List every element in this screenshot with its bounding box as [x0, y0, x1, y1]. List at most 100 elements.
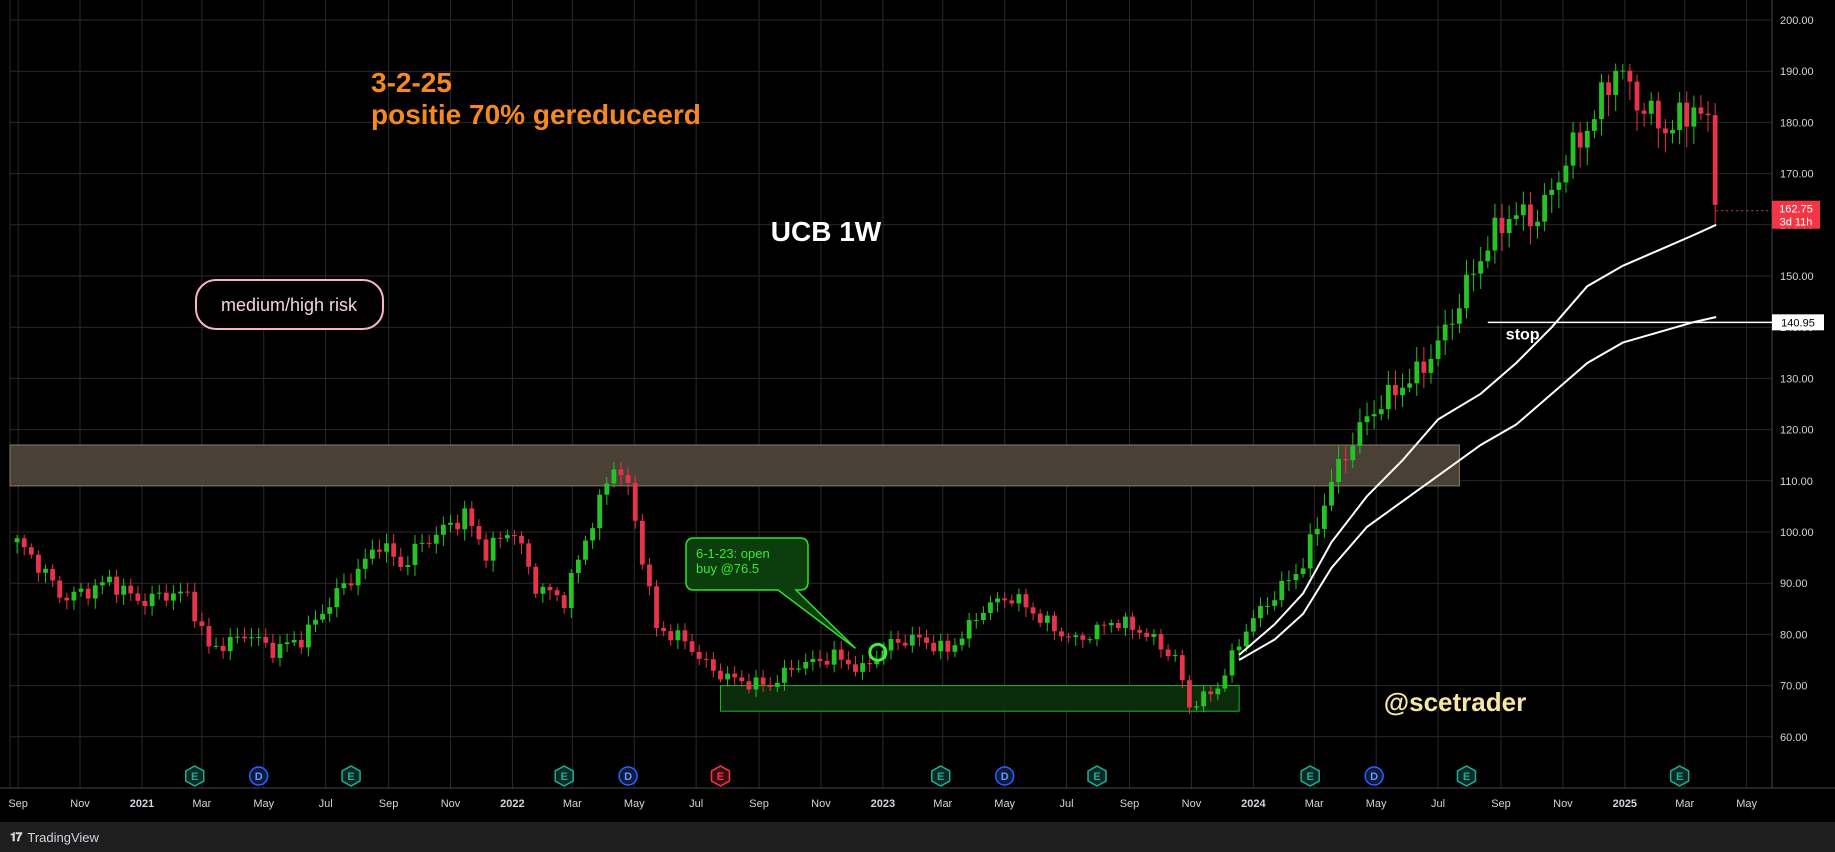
stop-label: stop — [1506, 326, 1540, 343]
x-tick-label: May — [253, 798, 274, 810]
y-tick-label: 200.00 — [1780, 15, 1814, 27]
candle-body — [149, 593, 155, 607]
candle-body — [497, 537, 503, 539]
candle-body — [1201, 691, 1207, 707]
candle-body — [639, 520, 645, 565]
candle-body — [327, 607, 333, 614]
candle-body — [1037, 613, 1043, 623]
candle-body — [14, 538, 20, 543]
candle-body — [1705, 113, 1711, 116]
candle-body — [291, 639, 297, 643]
tradingview-logo[interactable]: 𝟏𝟕 TradingView — [10, 830, 99, 845]
event-label: E — [561, 771, 568, 783]
candle-body — [1421, 361, 1427, 373]
x-tick-label: Sep — [1491, 798, 1511, 810]
candle-body — [746, 681, 752, 690]
candle-body — [767, 684, 773, 687]
candle-body — [1542, 194, 1548, 222]
price-chart[interactable]: 60.00 70.00 80.00 90.00 100.00 110.00 120.00 13… — [0, 0, 1835, 822]
candle-body — [1179, 655, 1185, 681]
candle-body — [682, 630, 688, 642]
candle-body — [1187, 680, 1192, 708]
candle-body — [1243, 631, 1249, 647]
x-tick-label: Nov — [811, 798, 831, 810]
candle-body — [306, 624, 311, 648]
candle-body — [909, 634, 915, 646]
candle-body — [1393, 384, 1398, 396]
y-tick-label: 100.00 — [1780, 527, 1814, 539]
event-label: E — [1307, 771, 1314, 783]
candle-body — [92, 585, 98, 599]
event-label: E — [347, 771, 354, 783]
candle-body — [270, 642, 276, 658]
candle-body — [85, 588, 91, 599]
candle-body — [1336, 459, 1342, 482]
candle-body — [362, 558, 368, 569]
candle-body — [440, 524, 446, 535]
candle-body — [21, 538, 27, 548]
candle-body — [57, 580, 63, 598]
candle-body — [597, 494, 603, 529]
candle-body — [611, 469, 617, 484]
candle-body — [817, 658, 823, 661]
candle-body — [483, 539, 489, 561]
candle-body — [689, 641, 695, 652]
candle-body — [476, 525, 482, 540]
candle-body — [64, 597, 70, 601]
candle-body — [803, 662, 809, 669]
event-label: E — [717, 771, 724, 783]
candle-body — [959, 638, 965, 646]
candle-body — [945, 640, 951, 652]
candle-body — [156, 592, 162, 594]
candle-body — [1208, 691, 1214, 695]
candle-body — [121, 585, 127, 595]
candle-body — [107, 576, 112, 583]
candle-body — [1428, 358, 1434, 373]
event-label: E — [937, 771, 944, 783]
candle-body — [1528, 204, 1533, 227]
candle-body — [654, 586, 659, 628]
candle-body — [462, 508, 468, 530]
candle-body — [1059, 631, 1064, 637]
candle-body — [810, 658, 816, 663]
event-label: E — [1093, 771, 1100, 783]
candle-body — [1584, 130, 1590, 148]
candle-body — [1016, 594, 1022, 604]
candle-body — [178, 591, 183, 594]
y-tick-label: 90.00 — [1780, 578, 1808, 590]
x-tick-label: Mar — [1675, 798, 1694, 810]
x-tick-label: May — [624, 798, 645, 810]
candle-body — [1101, 624, 1107, 626]
candle-body — [1613, 70, 1619, 95]
candle-body — [1520, 204, 1526, 216]
candle-body — [526, 543, 532, 567]
candle-body — [1286, 580, 1292, 582]
event-label: D — [255, 771, 263, 783]
footer-bar: 𝟏𝟕 TradingView — [0, 822, 1835, 852]
x-tick-label: 2024 — [1241, 798, 1266, 810]
candle-body — [36, 554, 41, 573]
candle-body — [902, 642, 908, 646]
candle-body — [1684, 102, 1690, 127]
position-note: positie 70% gereduceerd — [371, 99, 701, 130]
candle-body — [647, 564, 652, 587]
candle-body — [1456, 308, 1462, 324]
candle-body — [1414, 361, 1420, 384]
candle-body — [426, 542, 432, 544]
candle-body — [348, 583, 354, 586]
callout-line2: buy @76.5 — [696, 561, 759, 576]
candle-body — [1165, 649, 1171, 657]
event-label: D — [1001, 771, 1009, 783]
candle-body — [895, 638, 901, 643]
candle-body — [128, 585, 134, 594]
candle-body — [966, 620, 972, 639]
candle-body — [199, 621, 205, 627]
candle-body — [1151, 634, 1157, 637]
candle-body — [1691, 107, 1697, 127]
event-label: D — [1370, 771, 1378, 783]
candle-body — [433, 534, 439, 544]
candle-body — [1044, 615, 1050, 623]
x-tick-label: Mar — [563, 798, 582, 810]
candle-body — [796, 668, 802, 670]
candle-body — [1066, 636, 1072, 638]
